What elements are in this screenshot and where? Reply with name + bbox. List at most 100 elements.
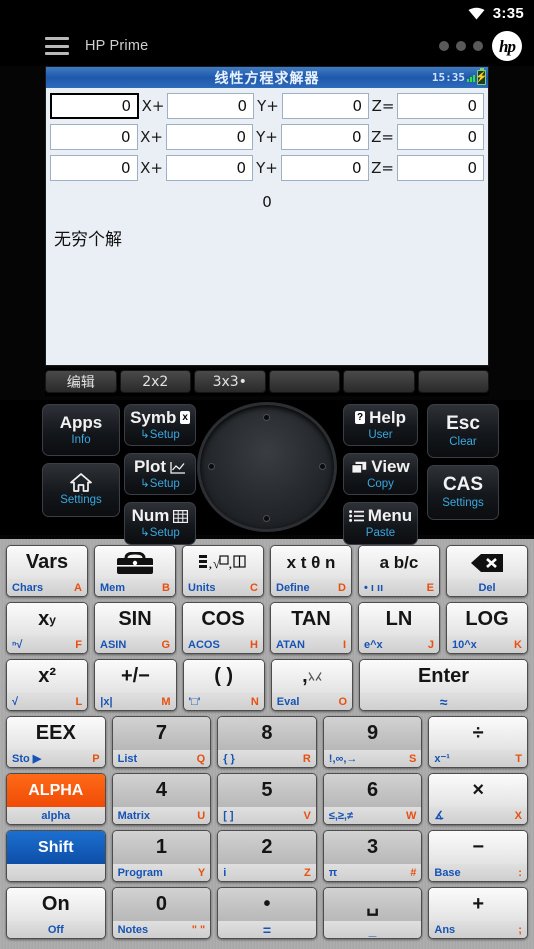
wifi-icon (468, 7, 485, 20)
key-vars[interactable]: Vars Chars A (6, 545, 88, 597)
softkey-3x3[interactable]: 3x3• (194, 370, 266, 393)
key-6-label: 6 (323, 774, 422, 807)
key-fraction[interactable]: a b/c • ı ıı E (358, 545, 440, 597)
coefficient-input-r2c1[interactable]: 0 (50, 124, 138, 150)
key-2[interactable]: 2 i Z (217, 830, 317, 882)
key-0-shift: Notes (117, 923, 149, 936)
key-5[interactable]: 5 [ ] V (217, 773, 317, 825)
esc-key[interactable]: Esc Clear (427, 404, 499, 459)
symb-text: Symb (130, 408, 177, 427)
dpad-down-icon[interactable] (263, 515, 270, 522)
coefficient-input-r3c3[interactable]: 0 (281, 155, 369, 181)
key-multiply[interactable]: × ∡ X (428, 773, 528, 825)
hamburger-menu-icon[interactable] (45, 37, 69, 55)
key-1-alpha: Y (197, 866, 206, 879)
softkey-empty-4[interactable] (268, 370, 340, 393)
key-delete[interactable]: Del (446, 545, 528, 597)
coefficient-input-r1c4[interactable]: 0 (397, 93, 484, 119)
help-key[interactable]: ? Help User (343, 404, 418, 447)
key-plus[interactable]: + Ans; (428, 887, 528, 939)
hp-logo: hp (492, 31, 522, 61)
key-mem[interactable]: Mem B (94, 545, 176, 597)
key-1-shift: Program (117, 866, 163, 879)
key-0[interactable]: 0 Notes " " (111, 887, 212, 939)
key-decimal[interactable]: • = (217, 887, 317, 939)
key-7[interactable]: 7 List Q (111, 716, 212, 768)
key-space-sublabel: _ (368, 921, 377, 938)
key-vars-alpha: A (74, 581, 82, 594)
coefficient-input-r1c1[interactable]: 0 (50, 93, 139, 119)
apps-key-sublabel: Info (71, 433, 91, 446)
key-3[interactable]: 3 π # (322, 830, 423, 882)
coefficient-input-r2c4[interactable]: 0 (396, 124, 484, 150)
key-1[interactable]: 1 Program Y (111, 830, 212, 882)
menu-key-sublabel: Paste (365, 527, 396, 540)
dpad-right-icon[interactable] (319, 463, 326, 470)
keyboard-row-5: ALPHA alpha 4 Matrix U 5 [ ] V 6 ≤,≥,≠ W × … (6, 773, 528, 825)
key-eex[interactable]: EEX Sto ▶ P (6, 716, 106, 768)
variable-label-x: X+ (140, 128, 163, 146)
help-key-label: ? Help (348, 409, 413, 427)
key-4[interactable]: 4 Matrix U (111, 773, 212, 825)
softkey-edit[interactable]: 编辑 (45, 370, 117, 393)
dpad-up-icon[interactable] (263, 414, 270, 421)
key-units[interactable]: , √ , Units C (182, 545, 264, 597)
key-enter[interactable]: Enter ≈ (359, 659, 529, 711)
key-xtthetan[interactable]: x t θ n Define D (270, 545, 352, 597)
cas-key[interactable]: CAS Settings (427, 465, 499, 520)
key-square[interactable]: x² √ L (6, 659, 89, 711)
three-dots-icon[interactable] (439, 41, 483, 51)
view-key[interactable]: View Copy (343, 453, 418, 496)
symb-key-sublabel: ↳Setup (140, 428, 180, 441)
apps-key-label: Apps (59, 413, 103, 432)
key-cos[interactable]: COS ACOS H (182, 602, 264, 654)
equation-row: 0 X+ 0 Y+ 0 Z= 0 (50, 93, 484, 119)
screen-title: 线性方程求解器 (214, 70, 320, 87)
menu-key[interactable]: Menu Paste (343, 502, 418, 545)
x-box-icon: x (180, 411, 190, 425)
key-comma[interactable]: , Eval O (270, 659, 354, 711)
key-log[interactable]: LOG 10^x K (446, 602, 528, 654)
key-ln[interactable]: LN e^x J (358, 602, 440, 654)
coefficient-input-r2c3[interactable]: 0 (281, 124, 369, 150)
coefficient-input-r1c2[interactable]: 0 (167, 93, 254, 119)
key-sin[interactable]: SIN ASIN G (94, 602, 176, 654)
key-divide[interactable]: ÷ x⁻¹ T (428, 716, 528, 768)
plot-key[interactable]: Plot ↳Setup (124, 453, 196, 496)
key-power[interactable]: xy ⁿ√ F (6, 602, 88, 654)
directional-pad[interactable] (197, 402, 337, 532)
home-settings-key[interactable]: Settings (42, 463, 120, 517)
softkey-2x2[interactable]: 2x2 (119, 370, 191, 393)
coefficient-input-r1c3[interactable]: 0 (282, 93, 369, 119)
key-alpha[interactable]: ALPHA alpha (6, 773, 106, 825)
dpad-left-icon[interactable] (208, 463, 215, 470)
coefficient-input-r3c1[interactable]: 0 (50, 155, 138, 181)
num-key[interactable]: Num ↳Setup (124, 502, 196, 545)
key-parentheses[interactable]: ( ) '□' N (182, 659, 265, 711)
softkey-empty-6[interactable] (417, 370, 489, 393)
coefficient-input-r3c2[interactable]: 0 (165, 155, 253, 181)
coefficient-input-r3c4[interactable]: 0 (396, 155, 484, 181)
coefficient-input-r2c2[interactable]: 0 (165, 124, 253, 150)
symb-key[interactable]: Symb x ↳Setup (124, 404, 196, 447)
key-8[interactable]: 8 { } R (217, 716, 317, 768)
chart-icon (170, 461, 186, 474)
key-shift[interactable]: Shift (6, 830, 106, 882)
key-log-label: LOG (447, 603, 527, 636)
key-on-off[interactable]: On Off (6, 887, 106, 939)
key-minus[interactable]: − Base: (428, 830, 528, 882)
key-mem-alpha: B (162, 581, 170, 594)
key-enter-label: Enter (360, 660, 528, 693)
softkey-empty-5[interactable] (343, 370, 415, 393)
key-space[interactable]: ␣ _ (322, 887, 423, 939)
apps-key[interactable]: Apps Info (42, 404, 120, 457)
key-plusminus[interactable]: +/− |x| M (94, 659, 177, 711)
variable-label-z: Z= (371, 128, 394, 146)
key-tan[interactable]: TAN ATAN I (270, 602, 352, 654)
keyboard-row-2: xy ⁿ√ F SIN ASIN G COS ACOS H TAN ATAN I LN … (6, 602, 528, 654)
variable-label-y: Y+ (256, 159, 278, 177)
key-6[interactable]: 6 ≤,≥,≠ W (322, 773, 423, 825)
key-eex-alpha: P (92, 752, 100, 765)
key-9[interactable]: 9 !,∞,→ S (322, 716, 423, 768)
variable-label-y: Y+ (256, 128, 278, 146)
